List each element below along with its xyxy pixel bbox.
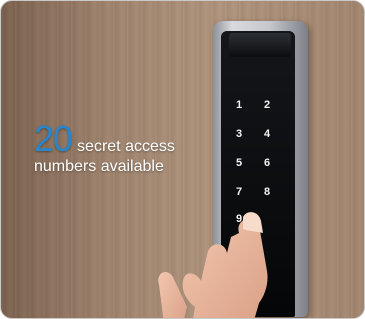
caption: 20 secret access numbers available (34, 121, 175, 175)
caption-line-1: secret access (77, 138, 175, 155)
caption-number: 20 (34, 118, 73, 159)
caption-line-2: numbers available (34, 158, 164, 175)
keypad-key-8: 8 (263, 186, 271, 198)
lock-sensor-window (229, 33, 291, 57)
keypad-key-4: 4 (263, 128, 271, 140)
keypad-key-3: 3 (235, 128, 243, 140)
photo-frame: 20 secret access numbers available 1 2 3 … (0, 0, 365, 319)
keypad-key-2: 2 (263, 99, 271, 111)
keypad-key-1: 1 (235, 99, 243, 111)
keypad-key-5: 5 (235, 157, 243, 169)
keypad-key-6: 6 (263, 157, 271, 169)
keypad-key-7: 7 (235, 186, 243, 198)
hand-pressing-keypad (158, 212, 268, 318)
